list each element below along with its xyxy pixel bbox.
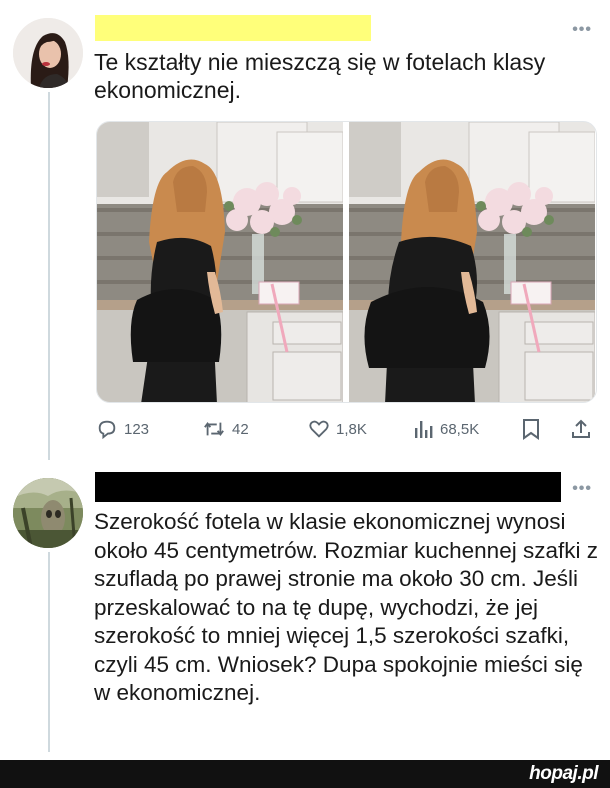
repost-button[interactable]: 42 <box>202 414 249 444</box>
share-button[interactable] <box>570 414 592 444</box>
reply-author-avatar[interactable] <box>13 478 83 548</box>
bookmark-button[interactable] <box>521 414 541 444</box>
reply-more-options-icon[interactable]: ••• <box>572 481 592 497</box>
more-options-icon[interactable]: ••• <box>572 22 592 38</box>
reply-button[interactable]: 123 <box>96 414 149 444</box>
redacted-reply-author-name <box>95 472 561 502</box>
like-button[interactable]: 1,8K <box>308 414 367 444</box>
views-icon <box>415 421 433 438</box>
like-icon <box>309 420 329 438</box>
post-text: Te kształty nie mieszczą się w fotelach … <box>94 49 546 103</box>
views-count: 68,5K <box>440 420 480 438</box>
post-photo[interactable] <box>349 122 596 402</box>
share-icon <box>572 419 590 438</box>
reply-text: Szerokość fotela w klasie ekonomicznej w… <box>94 509 598 705</box>
site-footer: hopaj.pl <box>0 760 610 788</box>
author-avatar[interactable] <box>13 18 83 88</box>
repost-count: 42 <box>232 420 249 438</box>
thread-line <box>48 552 50 752</box>
post-media[interactable] <box>96 121 597 403</box>
redacted-author-name <box>95 15 371 41</box>
repost-icon <box>204 421 224 437</box>
reply-icon <box>98 420 116 440</box>
post-photo[interactable] <box>97 122 344 402</box>
views-button[interactable]: 68,5K <box>414 414 479 444</box>
reply-count: 123 <box>124 420 150 438</box>
bookmark-icon <box>523 419 539 440</box>
post-actions: 123 42 1,8K 68,5K <box>96 414 596 444</box>
site-logo[interactable]: hopaj.pl <box>529 763 598 785</box>
thread-line <box>48 92 50 460</box>
like-count: 1,8K <box>336 420 367 438</box>
